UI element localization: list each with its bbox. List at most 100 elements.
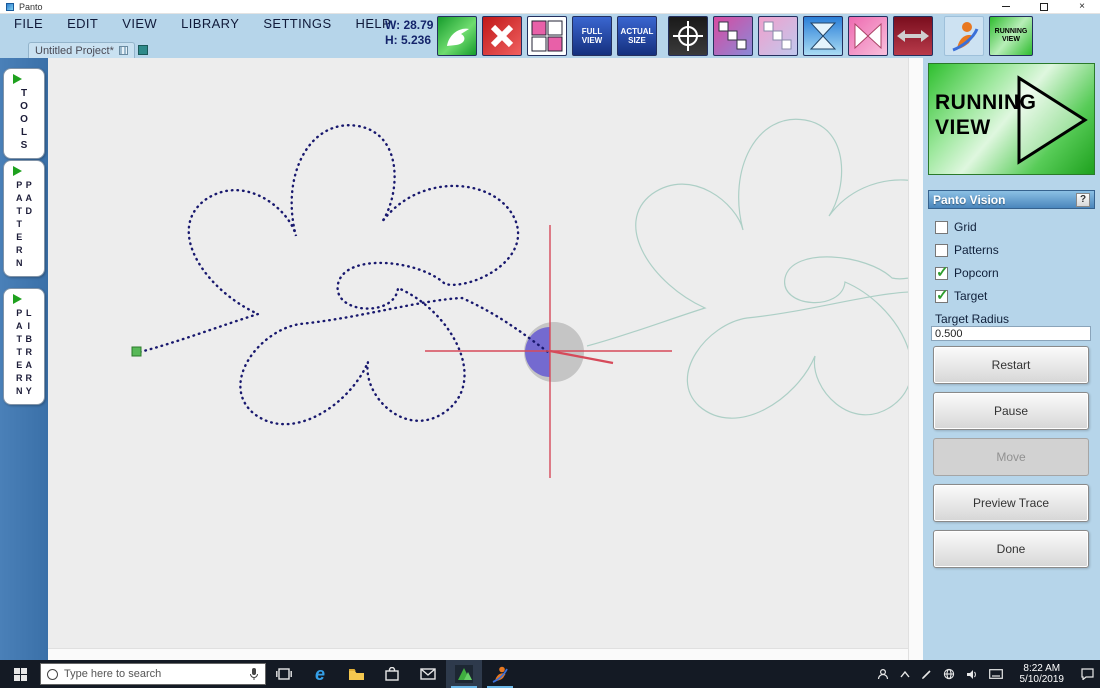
running-view-toolbar-button[interactable]: RUNNING VIEW	[989, 16, 1033, 56]
checkbox-grid[interactable]: Grid	[935, 220, 999, 234]
stairs-light-icon	[762, 20, 794, 52]
cancel-button[interactable]	[482, 16, 522, 56]
checkbox-box[interactable]: ✓	[935, 290, 948, 303]
window-title: Panto	[19, 2, 43, 12]
actual-size-button[interactable]: ACTUAL SIZE	[617, 16, 657, 56]
left-sidebar: TOOLSPATTERNPAD PATTERNLIBRARY	[0, 58, 48, 660]
search-input[interactable]	[64, 668, 243, 680]
restart-button[interactable]: Restart	[933, 346, 1089, 384]
checkbox-box[interactable]	[935, 244, 948, 257]
edge-button[interactable]: e	[302, 660, 338, 688]
toolbar: FULL VIEW ACTUAL SIZE	[437, 16, 1033, 56]
network-icon[interactable]	[943, 668, 955, 680]
overlay-checkbox-list: Grid Patterns ✓Popcorn ✓Target	[935, 220, 999, 312]
cancel-x-icon	[488, 22, 516, 50]
app-icon	[6, 3, 14, 11]
bowtie-button[interactable]	[848, 16, 888, 56]
stairs-dark-button[interactable]	[713, 16, 753, 56]
panel-button-stack: RestartPauseMovePreview TraceDone	[931, 346, 1091, 576]
menu-item-file[interactable]: FILE	[14, 16, 43, 31]
tray-expand-chevron-icon[interactable]	[900, 671, 910, 678]
checkbox-popcorn[interactable]: ✓Popcorn	[935, 266, 999, 280]
notification-center-icon[interactable]	[1081, 668, 1094, 680]
menu-item-library[interactable]: LIBRARY	[181, 16, 239, 31]
panto-vision-header: Panto Vision ?	[928, 190, 1095, 209]
canvas-right-gutter	[908, 58, 923, 660]
store-button[interactable]	[374, 660, 410, 688]
quilting-app-button[interactable]	[446, 660, 482, 688]
task-view-button[interactable]	[266, 660, 302, 688]
panto-app-button[interactable]	[482, 660, 518, 688]
go-swoosh-button[interactable]	[437, 16, 477, 56]
pantograph-canvas[interactable]	[48, 58, 923, 660]
quadrant-squares-icon	[531, 20, 563, 52]
width-readout: W: 28.79	[385, 18, 433, 33]
check-icon: ✓	[936, 286, 949, 304]
pen-icon[interactable]	[921, 669, 932, 680]
people-icon[interactable]	[877, 668, 889, 680]
clock-date: 5/10/2019	[1020, 674, 1065, 685]
panto-vision-title: Panto Vision	[933, 193, 1005, 207]
title-bar: Panto ×	[0, 0, 1100, 14]
volume-icon[interactable]	[966, 669, 978, 680]
sidebar-tab-tools[interactable]: TOOLS	[3, 68, 45, 159]
maximize-button[interactable]	[1038, 1, 1050, 13]
running-view-toolbar-label: RUNNING VIEW	[994, 28, 1028, 44]
play-arrow-icon	[13, 294, 22, 304]
stairs-light-button[interactable]	[758, 16, 798, 56]
running-view-button[interactable]: RUNNING VIEW	[928, 63, 1095, 175]
windows-taskbar: e	[0, 660, 1100, 688]
system-tray: 8:22 AM 5/10/2019	[877, 663, 1100, 685]
project-tab[interactable]: Untitled Project*	[28, 42, 135, 58]
minimize-button[interactable]	[1000, 1, 1012, 13]
panto-person-icon	[947, 19, 981, 53]
close-button[interactable]: ×	[1076, 1, 1088, 13]
target-radius-input[interactable]	[931, 326, 1091, 341]
bowtie-horizontal-icon	[852, 20, 884, 52]
checkbox-target[interactable]: ✓Target	[935, 289, 999, 303]
file-explorer-button[interactable]	[338, 660, 374, 688]
resize-arrow-icon	[896, 26, 930, 46]
hourglass-vertical-icon	[807, 20, 839, 52]
sidebar-tab-pattern-pad[interactable]: PATTERNPAD	[3, 160, 45, 277]
pause-button[interactable]: Pause	[933, 392, 1089, 430]
right-panel: RUNNING VIEW Panto Vision ? Grid Patterns…	[923, 58, 1100, 660]
project-tab-grid-icon	[119, 46, 128, 55]
target-radius-label: Target Radius	[935, 312, 1009, 326]
start-button[interactable]	[0, 660, 40, 688]
checkbox-patterns[interactable]: Patterns	[935, 243, 999, 257]
taskbar-search[interactable]	[40, 663, 266, 685]
mail-button[interactable]	[410, 660, 446, 688]
preview-trace-button[interactable]: Preview Trace	[933, 484, 1089, 522]
taskbar-clock[interactable]: 8:22 AM 5/10/2019	[1020, 663, 1065, 685]
target-crosshair-icon	[671, 19, 705, 53]
keyboard-icon[interactable]	[989, 669, 1003, 679]
file-explorer-icon	[348, 667, 365, 681]
menu-item-settings[interactable]: SETTINGS	[263, 16, 331, 31]
edge-icon: e	[315, 665, 325, 683]
help-button[interactable]: ?	[1076, 193, 1090, 207]
checkbox-box[interactable]	[935, 221, 948, 234]
menu-item-edit[interactable]: EDIT	[67, 16, 98, 31]
stairs-dark-icon	[717, 20, 749, 52]
quadrant-view-button[interactable]	[527, 16, 567, 56]
checkbox-box[interactable]: ✓	[935, 267, 948, 280]
project-tab-label: Untitled Project*	[35, 45, 114, 57]
hourglass-button[interactable]	[803, 16, 843, 56]
done-button[interactable]: Done	[933, 530, 1089, 568]
upcoming-pattern-path	[587, 119, 908, 418]
sidebar-tab-pattern-library[interactable]: PATTERNLIBRARY	[3, 288, 45, 405]
panto-person-button[interactable]	[944, 16, 984, 56]
windows-logo-icon	[14, 668, 27, 681]
color-swatch-icon[interactable]	[138, 45, 148, 55]
resize-button[interactable]	[893, 16, 933, 56]
menu-item-view[interactable]: VIEW	[122, 16, 157, 31]
panto-app-icon	[491, 665, 509, 683]
target-button[interactable]	[668, 16, 708, 56]
actual-size-label: ACTUAL SIZE	[620, 27, 654, 45]
microphone-icon[interactable]	[249, 667, 259, 681]
clock-time: 8:22 AM	[1020, 663, 1065, 674]
full-view-button[interactable]: FULL VIEW	[572, 16, 612, 56]
checkbox-label: Patterns	[954, 243, 999, 257]
go-swoosh-icon	[442, 21, 472, 51]
